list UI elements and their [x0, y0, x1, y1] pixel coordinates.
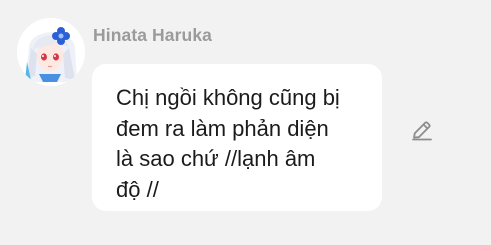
message-bubble: Chị ngồi không cũng bị đem ra làm phản d…	[92, 64, 382, 211]
avatar-image	[17, 18, 85, 86]
message-text: Chị ngồi không cũng bị đem ra làm phản d…	[116, 85, 340, 202]
edit-message-button[interactable]	[410, 118, 434, 142]
pencil-edit-icon	[412, 121, 432, 141]
sender-name: Hinata Haruka	[93, 25, 212, 45]
sender-avatar[interactable]	[17, 18, 85, 86]
